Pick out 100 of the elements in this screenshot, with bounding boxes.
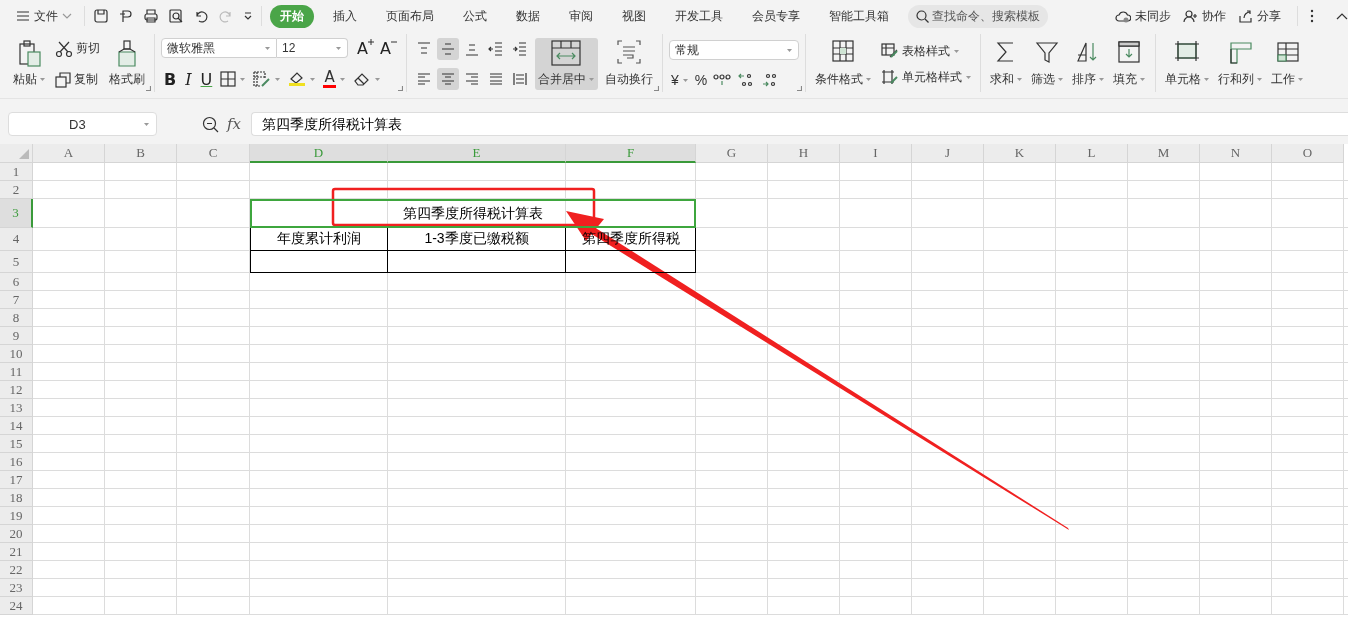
row-header[interactable]: 21 [0, 543, 33, 561]
toolbar-button[interactable]: 协作 [1179, 4, 1230, 28]
cut-button[interactable]: 剪切 [53, 38, 102, 59]
row-header[interactable]: 17 [0, 471, 33, 489]
row-header[interactable]: 22 [0, 561, 33, 579]
row-header[interactable]: 18 [0, 489, 33, 507]
column-header[interactable]: H [768, 144, 840, 163]
row-header[interactable]: 8 [0, 309, 33, 327]
row-header[interactable]: 11 [0, 363, 33, 381]
merge-center-button[interactable]: 合并居中 [534, 38, 598, 90]
row-header[interactable]: 1 [0, 163, 33, 181]
zoom-icon[interactable] [202, 115, 219, 133]
row-header[interactable]: 2 [0, 181, 33, 199]
row-header[interactable]: 14 [0, 417, 33, 435]
wrap-text-button[interactable]: 自动换行 [601, 38, 656, 90]
currency-button[interactable]: ¥ [668, 70, 691, 90]
search-icon [916, 9, 929, 23]
align-indent-icon [511, 41, 528, 57]
copy-button[interactable]: 复制 [53, 69, 102, 90]
dialog-launcher-icon[interactable] [653, 86, 659, 91]
font-name-field[interactable]: 微软雅黑 [161, 38, 277, 58]
row-header[interactable]: 12 [0, 381, 33, 399]
ribbon-tab[interactable]: 插入 [323, 4, 367, 28]
row-header[interactable]: 24 [0, 597, 33, 615]
column-header[interactable]: J [912, 144, 984, 163]
cells-button[interactable]: 单元格 [1161, 38, 1213, 90]
file-menu[interactable]: 文件 [12, 4, 76, 28]
align-button[interactable] [436, 38, 459, 60]
row-header[interactable]: 10 [0, 345, 33, 363]
toolbar-button[interactable]: 未同步 [1111, 4, 1175, 28]
column-header[interactable]: C [177, 144, 250, 163]
column-header[interactable]: K [984, 144, 1056, 163]
more-icon[interactable] [1310, 8, 1314, 24]
conditional-format-button[interactable]: 条件格式 [811, 38, 875, 90]
grow-font-button[interactable]: A [354, 38, 377, 58]
column-header[interactable]: M [1128, 144, 1200, 163]
tool-button[interactable]: 求和 [986, 38, 1026, 90]
bold-button[interactable]: B [161, 69, 180, 89]
preview-icon[interactable] [168, 8, 184, 24]
column-header[interactable]: O [1272, 144, 1344, 163]
print-icon[interactable] [143, 8, 159, 24]
ribbon-tab[interactable]: 智能工具箱 [819, 4, 899, 28]
ribbon-tab[interactable]: 页面布局 [376, 4, 444, 28]
column-header[interactable]: A [33, 144, 105, 163]
percent-button[interactable]: % [692, 70, 710, 90]
cell-style-button[interactable]: 单元格样式 [878, 66, 974, 88]
ribbon-tab[interactable]: 公式 [453, 4, 497, 28]
dialog-launcher-icon[interactable] [796, 86, 802, 91]
row-header[interactable]: 5 [0, 251, 33, 273]
search-field[interactable]: 查找命令、搜索模板 [908, 4, 1048, 28]
row-header[interactable]: 16 [0, 453, 33, 471]
row-header[interactable]: 23 [0, 579, 33, 597]
export-icon[interactable] [118, 8, 134, 24]
align-bottom-icon [463, 41, 480, 57]
column-header[interactable]: B [105, 144, 177, 163]
row-header[interactable]: 7 [0, 291, 33, 309]
ribbon-tab[interactable]: 数据 [506, 4, 550, 28]
font-color-button[interactable]: A [321, 68, 349, 90]
row-header[interactable]: 4 [0, 228, 33, 251]
row-header[interactable]: 9 [0, 327, 33, 345]
formula-field[interactable]: 第四季度所得税计算表 [251, 112, 1348, 136]
undo-icon[interactable] [193, 8, 209, 24]
collapse-icon[interactable] [1336, 12, 1348, 20]
align-button[interactable] [436, 68, 459, 90]
caret-icon [39, 77, 46, 82]
dialog-launcher-icon[interactable] [397, 86, 403, 91]
dropdown-icon[interactable] [243, 11, 253, 21]
column-header[interactable]: I [840, 144, 912, 163]
toolbar-button[interactable]: 分享 [1234, 4, 1285, 28]
row-header[interactable]: 19 [0, 507, 33, 525]
row-header[interactable]: 15 [0, 435, 33, 453]
plus-icon [367, 38, 374, 45]
number-format-field[interactable]: 常规 [668, 40, 799, 60]
shrink-font-button[interactable]: A [376, 38, 400, 58]
name-box[interactable]: D3 [8, 112, 157, 136]
grid-table-icon [832, 40, 855, 62]
tool-button[interactable]: 填充 [1109, 38, 1149, 90]
row-header[interactable]: 6 [0, 273, 33, 291]
ribbon-tab[interactable]: 会员专享 [742, 4, 810, 28]
ribbon-tab[interactable]: 开发工具 [665, 4, 733, 28]
font-size-field[interactable]: 12 [277, 38, 348, 58]
column-header[interactable]: N [1200, 144, 1272, 163]
column-header[interactable]: L [1056, 144, 1128, 163]
paste-button[interactable]: 粘贴 [10, 38, 49, 90]
underline-button[interactable]: U [197, 69, 216, 89]
italic-button[interactable]: I [182, 69, 195, 89]
cells-button[interactable]: 行和列 [1214, 38, 1266, 90]
column-header[interactable]: G [696, 144, 768, 163]
tool-button[interactable]: 排序 [1068, 38, 1108, 90]
ribbon-tab[interactable]: 视图 [612, 4, 656, 28]
ribbon-tab[interactable]: 审阅 [559, 4, 603, 28]
format-painter-button[interactable]: 格式刷 [106, 38, 148, 90]
cells-button[interactable]: 工作 [1267, 38, 1307, 90]
row-header[interactable]: 20 [0, 525, 33, 543]
table-style-button[interactable]: 表格样式 [878, 40, 974, 62]
dialog-launcher-icon[interactable] [146, 86, 151, 91]
tool-button[interactable]: 筛选 [1027, 38, 1067, 90]
save-icon[interactable] [93, 8, 109, 24]
row-header[interactable]: 13 [0, 399, 33, 417]
function-label[interactable]: fx [227, 115, 241, 133]
